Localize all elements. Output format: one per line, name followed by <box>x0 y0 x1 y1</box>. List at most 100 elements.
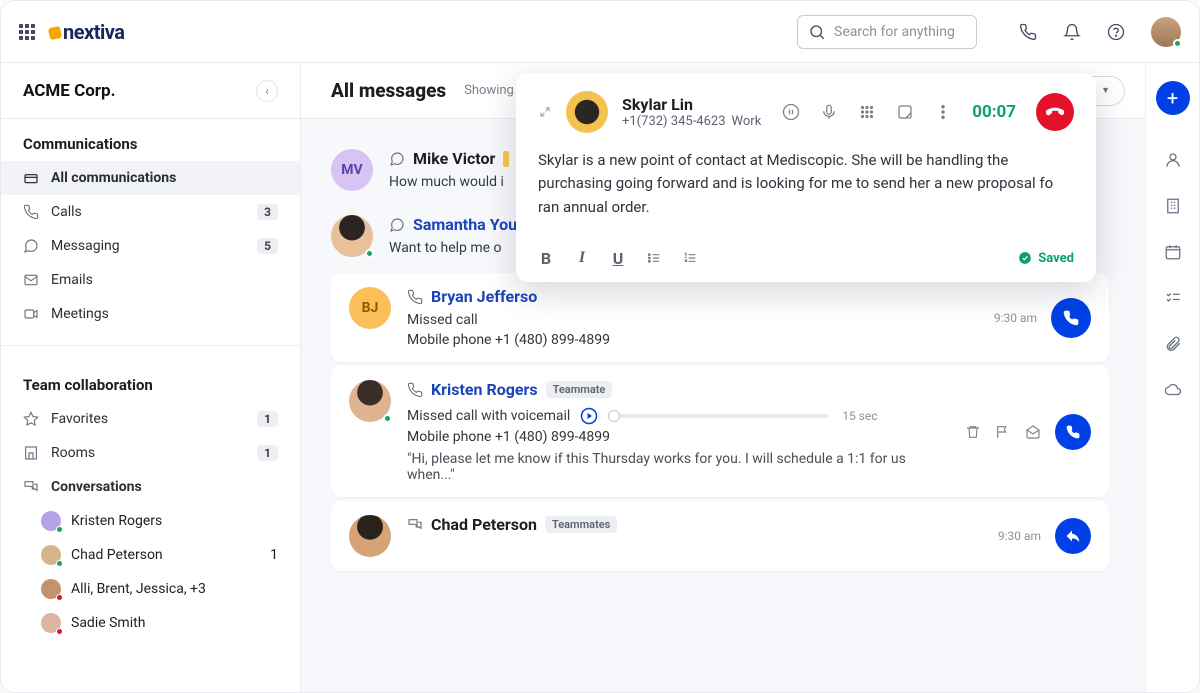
voicemail-duration: 15 sec <box>842 409 877 423</box>
bold-button[interactable]: B <box>538 249 554 268</box>
voicemail-progress[interactable] <box>608 414 828 418</box>
conversations-icon <box>407 517 423 533</box>
active-call-panel: Skylar Lin +1(732) 345-4623 Work 00:07 Sk… <box>516 73 1096 282</box>
inbox-icon <box>23 170 39 186</box>
apps-grid-icon[interactable] <box>19 24 35 40</box>
message-row-bryan[interactable]: BJ Bryan Jefferso Missed call Mobile pho… <box>331 273 1109 362</box>
check-circle-icon <box>1018 251 1032 265</box>
contact-icon[interactable] <box>1164 151 1182 169</box>
phone-icon <box>407 382 423 398</box>
contact-name: Mike Victor <box>413 149 495 168</box>
avatar-photo <box>349 515 391 557</box>
teammates-tag: Teammates <box>545 516 617 533</box>
search-placeholder: Search for anything <box>834 24 955 40</box>
sidebar-item-favorites[interactable]: Favorites 1 <box>1 402 300 436</box>
sidebar-item-rooms[interactable]: Rooms 1 <box>1 436 300 470</box>
phone-icon[interactable] <box>1019 23 1037 41</box>
missed-voicemail-label: Missed call with voicemail <box>407 408 570 424</box>
sidebar-item-emails[interactable]: Emails <box>1 263 300 297</box>
sidebar-item-all-communications[interactable]: All communications <box>1 161 300 195</box>
call-button[interactable] <box>1055 414 1091 450</box>
communications-section-title: Communications <box>1 119 300 161</box>
bell-icon[interactable] <box>1063 23 1081 41</box>
sidebar-collapse-button[interactable]: ‹ <box>256 80 278 102</box>
conversation-chad[interactable]: Chad Peterson1 <box>1 538 300 572</box>
sidebar-item-conversations[interactable]: Conversations <box>1 470 300 504</box>
collapse-icon[interactable] <box>538 105 552 119</box>
pause-icon[interactable] <box>782 103 800 121</box>
compose-button[interactable]: + <box>1156 81 1190 115</box>
timestamp: 9:30 am <box>994 311 1037 325</box>
search-icon <box>808 23 826 41</box>
trash-icon[interactable] <box>965 424 981 440</box>
nextiva-logo: nextiva <box>49 20 124 44</box>
attachment-icon[interactable] <box>1164 335 1182 353</box>
avatar-initials: BJ <box>349 287 391 329</box>
main-panel: All messages Showing 5 messages All chan… <box>301 63 1145 692</box>
building-icon[interactable] <box>1164 197 1182 215</box>
underline-button[interactable]: U <box>610 249 626 268</box>
conversations-icon <box>23 479 39 495</box>
right-rail: + <box>1145 63 1199 692</box>
call-timer: 00:07 <box>972 102 1016 122</box>
contact-name: Kristen Rogers <box>431 380 538 399</box>
global-search-input[interactable]: Search for anything <box>797 15 977 49</box>
cloud-icon[interactable] <box>1164 381 1182 399</box>
saved-indicator: Saved <box>1018 251 1074 266</box>
voicemail-transcript: "Hi, please let me know if this Thursday… <box>407 451 949 483</box>
contact-name: Samantha You <box>413 215 517 234</box>
timestamp: 9:30 am <box>998 529 1041 543</box>
phone-meta: Mobile phone +1 (480) 899-4899 <box>407 332 978 348</box>
message-row-kristen[interactable]: Kristen Rogers Teammate Missed call with… <box>331 366 1109 497</box>
reply-button[interactable] <box>1055 518 1091 554</box>
calendar-icon[interactable] <box>1164 243 1182 261</box>
bullet-list-icon[interactable] <box>646 250 662 266</box>
help-icon[interactable] <box>1107 23 1125 41</box>
teammate-tag: Teammate <box>546 381 613 398</box>
video-icon <box>23 306 39 322</box>
conversation-sadie[interactable]: Sadie Smith <box>1 606 300 640</box>
contact-name: Chad Peterson <box>431 515 537 534</box>
sidebar-item-meetings[interactable]: Meetings <box>1 297 300 331</box>
conversation-kristen[interactable]: Kristen Rogers <box>1 504 300 538</box>
sidebar: ACME Corp. ‹ Communications All communic… <box>1 63 301 692</box>
conversation-group[interactable]: Alli, Brent, Jessica, +3 <box>1 572 300 606</box>
call-note-text[interactable]: Skylar is a new point of contact at Medi… <box>538 149 1074 219</box>
page-title: All messages <box>331 79 446 102</box>
italic-button[interactable]: I <box>574 249 590 267</box>
user-avatar[interactable] <box>1151 17 1181 47</box>
tasks-icon[interactable] <box>1164 289 1182 307</box>
contact-name: Bryan Jefferso <box>431 287 537 306</box>
chat-icon <box>23 238 39 254</box>
note-icon[interactable] <box>896 103 914 121</box>
call-button[interactable] <box>1051 298 1091 338</box>
phone-icon <box>407 289 423 305</box>
call-avatar <box>566 91 608 133</box>
message-row-chad[interactable]: Chad Peterson Teammates 9:30 am <box>331 501 1109 571</box>
phone-meta: Mobile phone +1 (480) 899-4899 <box>407 429 949 445</box>
org-name: ACME Corp. <box>23 81 116 101</box>
numbered-list-icon[interactable] <box>682 250 698 266</box>
avatar-photo <box>349 380 391 422</box>
hangup-button[interactable] <box>1036 93 1074 131</box>
flag-icon[interactable] <box>995 424 1011 440</box>
sidebar-item-messaging[interactable]: Messaging 5 <box>1 229 300 263</box>
phone-icon <box>23 204 39 220</box>
avatar-photo <box>331 215 373 257</box>
call-phone-number: +1(732) 345-4623 <box>622 114 726 129</box>
sidebar-item-calls[interactable]: Calls 3 <box>1 195 300 229</box>
chat-icon <box>389 217 405 233</box>
mail-open-icon[interactable] <box>1025 424 1041 440</box>
missed-call-label: Missed call <box>407 312 978 328</box>
dialpad-icon[interactable] <box>858 103 876 121</box>
building-icon <box>23 445 39 461</box>
mic-icon[interactable] <box>820 103 838 121</box>
more-icon[interactable] <box>934 103 952 121</box>
phone-type-tag: Work <box>732 114 762 129</box>
team-section-title: Team collaboration <box>1 360 300 402</box>
chat-icon <box>389 151 405 167</box>
app-header: nextiva Search for anything <box>1 1 1199 63</box>
play-icon[interactable] <box>580 407 598 425</box>
star-icon <box>23 411 39 427</box>
call-contact-name: Skylar Lin <box>622 95 761 114</box>
